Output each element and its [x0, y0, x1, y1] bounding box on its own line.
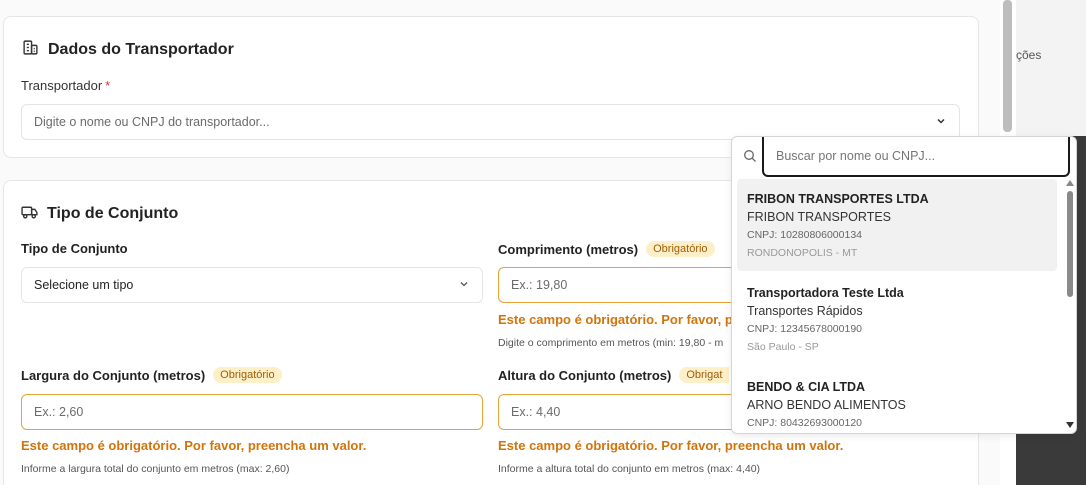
altura-label: Altura do Conjunto (metros) Obrigat	[498, 367, 730, 383]
largura-label: Largura do Conjunto (metros) Obrigatório	[21, 367, 282, 383]
comprimento-label-text: Comprimento (metros)	[498, 241, 639, 257]
scroll-down-arrow-icon[interactable]	[1066, 422, 1074, 428]
largura-error: Este campo é obrigatório. Por favor, pre…	[21, 438, 367, 453]
chevron-down-icon	[935, 115, 947, 130]
altura-error: Este campo é obrigatório. Por favor, pre…	[498, 438, 844, 453]
comprimento-placeholder: Ex.: 19,80	[511, 278, 568, 292]
transportador-label: Transportador *	[21, 78, 110, 93]
truck-icon	[21, 203, 38, 225]
largura-input[interactable]: Ex.: 2,60	[21, 394, 483, 430]
comprimento-input[interactable]: Ex.: 19,80	[498, 267, 738, 303]
dropdown-option[interactable]: FRIBON TRANSPORTES LTDA FRIBON TRANSPORT…	[737, 179, 1057, 271]
altura-input[interactable]: Ex.: 4,40	[498, 394, 738, 430]
required-badge: Obrigat	[679, 367, 730, 383]
option-cnpj: CNPJ: 10280806000134	[747, 229, 863, 241]
required-badge: Obrigatório	[646, 241, 715, 257]
page-scrollbar-thumb[interactable]	[1003, 0, 1012, 132]
card-title-text: Tipo de Conjunto	[47, 205, 179, 222]
chevron-down-icon	[458, 278, 470, 293]
largura-label-text: Largura do Conjunto (metros)	[21, 367, 206, 383]
option-city: RONDONOPOLIS - MT	[747, 247, 858, 259]
altura-label-text: Altura do Conjunto (metros)	[498, 367, 672, 383]
option-cnpj: CNPJ: 12345678000190	[747, 323, 863, 335]
option-fantasy-name: ARNO BENDO ALIMENTOS	[747, 398, 906, 412]
altura-help: Informe a altura total do conjunto em me…	[498, 463, 761, 475]
tipo-conjunto-select[interactable]: Selecione um tipo	[21, 267, 483, 303]
scroll-up-arrow-icon[interactable]	[1066, 180, 1074, 186]
option-city: São Paulo - SP	[747, 341, 819, 353]
option-name: FRIBON TRANSPORTES LTDA	[747, 192, 929, 206]
dropdown-option[interactable]: Transportadora Teste Ltda Transportes Rá…	[737, 273, 1057, 365]
transportador-dropdown: FRIBON TRANSPORTES LTDA FRIBON TRANSPORT…	[731, 136, 1077, 434]
tipo-conjunto-value: Selecione um tipo	[34, 278, 134, 292]
side-panel-tab[interactable]: ções	[1016, 48, 1041, 62]
largura-help: Informe a largura total do conjunto em m…	[21, 463, 290, 475]
dropdown-option[interactable]: BENDO & CIA LTDA ARNO BENDO ALIMENTOS CN…	[737, 367, 1057, 433]
option-fantasy-name: FRIBON TRANSPORTES	[747, 210, 892, 224]
option-fantasy-name: Transportes Rápidos	[747, 304, 863, 318]
card-title-text: Dados do Transportador	[48, 41, 234, 58]
search-icon	[743, 149, 757, 163]
transportador-label-text: Transportador	[21, 78, 103, 93]
transportador-placeholder: Digite o nome ou CNPJ do transportador..…	[34, 115, 270, 129]
dropdown-scrollbar-thumb[interactable]	[1067, 191, 1073, 297]
transportador-card-title: Dados do Transportador	[22, 39, 234, 61]
largura-placeholder: Ex.: 2,60	[34, 405, 84, 419]
dropdown-scrollbar[interactable]	[1065, 177, 1075, 432]
altura-placeholder: Ex.: 4,40	[511, 405, 561, 419]
required-mark: *	[105, 78, 111, 93]
tipo-conjunto-label: Tipo de Conjunto	[21, 241, 128, 256]
comprimento-label: Comprimento (metros) Obrigatório	[498, 241, 715, 257]
option-name: BENDO & CIA LTDA	[747, 380, 866, 394]
conjunto-card-title: Tipo de Conjunto	[21, 203, 178, 225]
required-badge: Obrigatório	[213, 367, 282, 383]
dropdown-search-input[interactable]	[762, 137, 1070, 177]
side-panel-header	[1016, 0, 1086, 136]
option-name: Transportadora Teste Ltda	[747, 286, 904, 300]
transportador-select[interactable]: Digite o nome ou CNPJ do transportador..…	[21, 104, 960, 140]
comprimento-help: Digite o comprimento em metros (min: 19,…	[498, 337, 724, 349]
comprimento-error: Este campo é obrigatório. Por favor, pre…	[498, 312, 753, 327]
tipo-conjunto-label-text: Tipo de Conjunto	[21, 241, 128, 256]
building-icon	[22, 39, 39, 61]
option-cnpj: CNPJ: 80432693000120	[747, 417, 863, 429]
